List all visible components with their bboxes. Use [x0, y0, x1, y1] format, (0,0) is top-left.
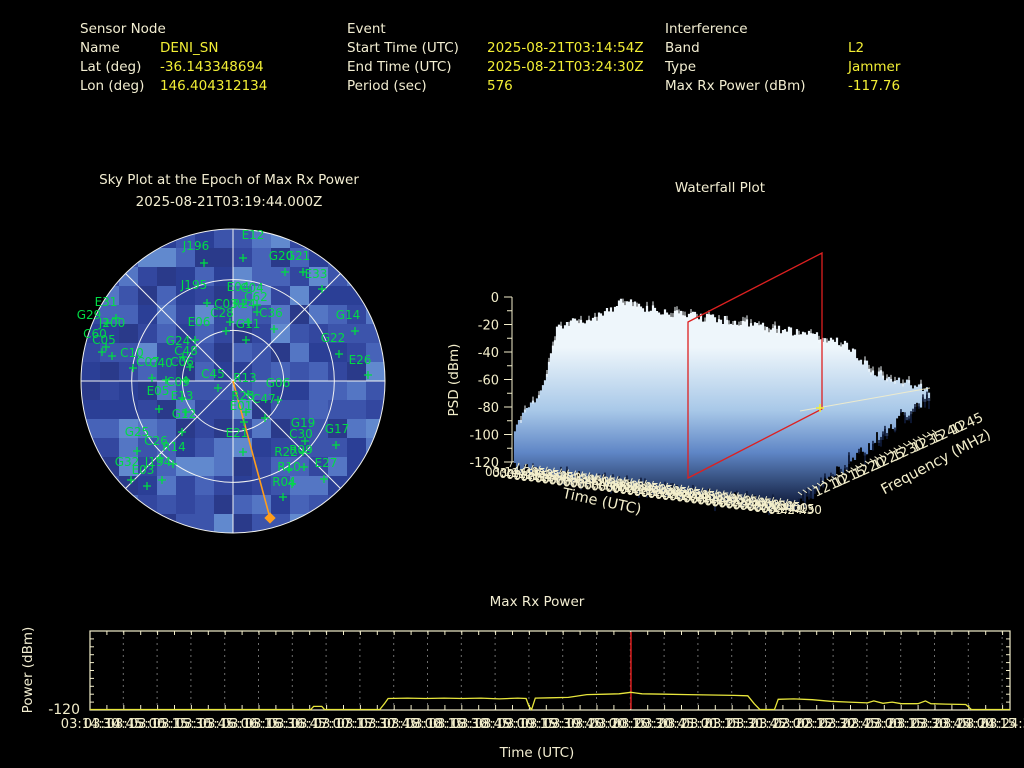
satellite-label: E06: [188, 315, 211, 329]
psd-axis: 0-20-40-60-80-100-120PSD (dBm): [446, 291, 513, 471]
plots-canvas: J196E12G20G21E33G14G22E26E31G29J200C60C0…: [48, 228, 1024, 732]
waterfall-plot: 0-20-40-60-80-100-120PSD (dBm)03:14:3003…: [446, 251, 994, 518]
psd-tick-label: -40: [478, 346, 499, 361]
satellite-label: C45: [201, 367, 225, 381]
satellite-label: E03: [132, 463, 155, 477]
satellite-label: R10: [277, 460, 301, 474]
satellite-label: G17: [325, 422, 350, 436]
satellite-label: E01: [230, 399, 253, 413]
satellite-label: R13: [233, 371, 257, 385]
satellite-label: C47: [252, 392, 276, 406]
satellite-label: R14: [162, 440, 186, 454]
satellite-label: C30: [289, 427, 313, 441]
satellite-label: E33: [305, 267, 328, 281]
satellite-label: E05: [147, 384, 170, 398]
max-rx-power-plot: -12003:14:3003:14:4503:15:0003:15:1503:1…: [48, 630, 1024, 732]
satellite-label: G06: [266, 376, 291, 390]
power-ytick-label: -120: [48, 702, 80, 718]
satellite-label: C05: [92, 333, 116, 347]
psd-tick-label: -60: [478, 374, 499, 389]
psd-tick-label: -80: [478, 401, 499, 416]
waterfall-time-tick-label: 03:24:30: [768, 503, 822, 517]
satellite-label: G29: [77, 308, 102, 322]
psd-axis-label: PSD (dBm): [446, 344, 462, 417]
satellite-label: G14: [336, 308, 361, 322]
satellite-label: E13: [171, 389, 194, 403]
psd-tick-label: -100: [469, 429, 499, 444]
app-window: { "header": { "sensor": { "title": "Sens…: [0, 0, 1024, 768]
satellite-label: E26: [349, 353, 372, 367]
psd-tick-label: -20: [478, 319, 499, 334]
satellite-label: J196: [182, 239, 209, 253]
satellite-label: G22: [321, 331, 346, 345]
satellite-label: R04: [272, 475, 296, 489]
sky-plot: J196E12G20G21E33G14G22E26E31G29J200C60C0…: [77, 228, 386, 534]
satellite-label: R09: [289, 443, 313, 457]
satellite-label: G21: [286, 249, 311, 263]
satellite-label: E12: [242, 228, 265, 242]
satellite-label: C36: [259, 306, 283, 320]
satellite-label: G12: [172, 407, 197, 421]
satellite-label: G24: [166, 334, 191, 348]
power-time-axis: 03:14:3003:14:4503:15:0003:15:1503:15:30…: [61, 717, 1024, 732]
max-rx-power-trace: [90, 691, 1010, 711]
satellite-label: E21: [226, 426, 249, 440]
satellite-label: C09: [166, 375, 190, 389]
satellite-label: J195: [180, 278, 207, 292]
satellite-label: R24: [232, 297, 256, 311]
power-time-tick-label: 03:24:30: [981, 717, 1024, 732]
satellite-label: E27: [315, 456, 338, 470]
satellite-label: C28: [210, 306, 234, 320]
satellite-label: E31: [95, 295, 118, 309]
psd-tick-label: 0: [491, 291, 499, 306]
